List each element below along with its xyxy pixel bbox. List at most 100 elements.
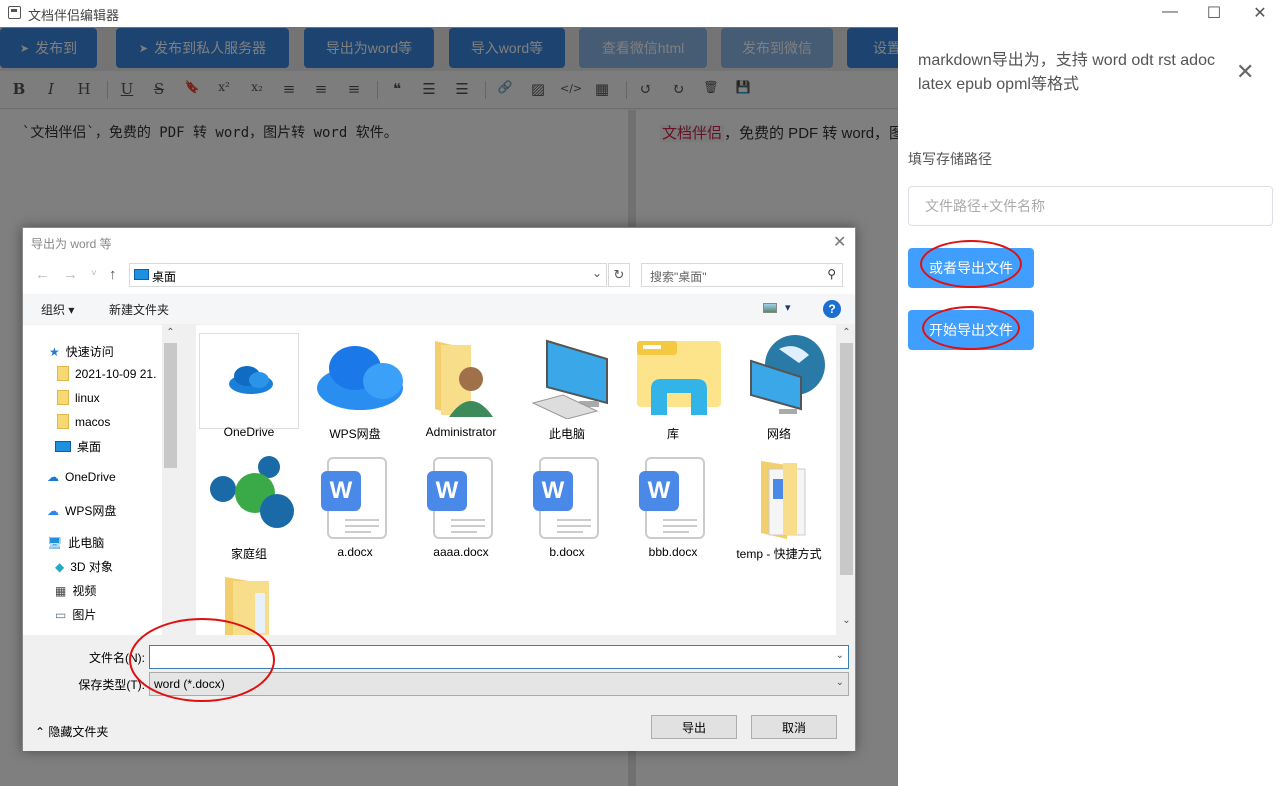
address-bar[interactable]: 桌面 ⌄ xyxy=(129,263,607,287)
file-item[interactable]: Administrator xyxy=(411,333,511,439)
docx-icon: W xyxy=(633,453,713,539)
folder-icon xyxy=(209,573,289,635)
nav-item-pictures[interactable]: ▭ 图片 xyxy=(55,606,96,623)
nav-pane-scrollbar[interactable]: ⌃ xyxy=(162,325,179,635)
refresh-button[interactable]: ↻ xyxy=(608,263,630,287)
file-item[interactable] xyxy=(199,333,299,429)
scroll-up-icon[interactable]: ⌃ xyxy=(162,327,179,338)
file-list-scrollbar[interactable]: ⌃ ⌄ xyxy=(838,325,855,635)
network-icon xyxy=(739,333,825,419)
onedrive-icon xyxy=(209,334,289,420)
nav-item-wps-cloud[interactable]: ☁ WPS网盘 xyxy=(47,502,116,519)
wps-cloud-icon xyxy=(315,333,403,419)
file-list: OneDrive WPS网盘 Administrator 此电脑 库 网络 家庭… xyxy=(196,325,836,635)
nav-item-linux[interactable]: linux xyxy=(57,390,100,405)
nav-item-desktop[interactable]: 桌面 xyxy=(55,438,101,455)
hide-folders-toggle[interactable]: ⌃ 隐藏文件夹 xyxy=(35,723,108,740)
filename-label: 文件名(N): xyxy=(89,651,145,665)
help-icon[interactable]: ? xyxy=(823,300,841,318)
view-icon[interactable] xyxy=(763,303,777,313)
homegroup-icon xyxy=(209,453,294,539)
file-item[interactable]: W a.docx xyxy=(305,453,405,559)
organize-button[interactable]: 组织 ▾ xyxy=(41,301,74,318)
file-item[interactable]: 此电脑 xyxy=(517,333,617,442)
dialog-footer: 文件名(N): ⌄ 保存类型(T): word (*.docx) ⌄ ⌃ 隐藏文件… xyxy=(23,635,855,751)
star-icon: ★ xyxy=(49,344,60,359)
nav-item-this-pc[interactable]: 🖥 此电脑 xyxy=(47,534,104,551)
view-dropdown-icon[interactable]: ▾ xyxy=(785,301,791,314)
nav-item-onedrive[interactable]: ☁ OneDrive xyxy=(47,470,116,484)
chevron-down-icon[interactable]: ⌄ xyxy=(836,677,844,688)
chevron-down-icon[interactable]: ⌄ xyxy=(592,266,602,280)
recent-locations-icon[interactable]: ˅ xyxy=(91,268,97,279)
nav-item-quick-access[interactable]: ★ 快速访问 xyxy=(49,343,114,360)
computer-icon: 🖥 xyxy=(47,535,63,550)
drawer-title: markdown导出为，支持 word odt rst adoc latex e… xyxy=(918,52,1215,93)
new-folder-button[interactable]: 新建文件夹 xyxy=(109,301,169,318)
search-input[interactable]: 搜索"桌面" ⚲ xyxy=(641,263,843,287)
file-item[interactable]: WPS网盘 xyxy=(305,333,405,442)
user-folder-icon xyxy=(421,333,501,419)
folder-icon xyxy=(57,366,69,381)
file-item[interactable] xyxy=(199,573,299,635)
file-item[interactable]: 网络 xyxy=(729,333,829,442)
folder-icon xyxy=(57,414,69,429)
window-close-button[interactable]: ✕ xyxy=(1245,3,1275,23)
file-item[interactable]: W bbb.docx xyxy=(623,453,723,559)
dialog-close-icon[interactable]: ✕ xyxy=(833,232,846,252)
nav-item-macos[interactable]: macos xyxy=(57,414,110,429)
export-save-button[interactable]: 导出 xyxy=(651,715,737,739)
nav-item-folder[interactable]: 2021-10-09 21. xyxy=(57,366,156,381)
navigation-pane: ★ 快速访问 2021-10-09 21. linux macos 桌面 ☁ One… xyxy=(23,325,178,635)
filename-input[interactable]: ⌄ xyxy=(149,645,849,669)
docx-icon: W xyxy=(527,453,607,539)
search-icon: ⚲ xyxy=(827,267,836,281)
export-drawer: markdown导出为，支持 word odt rst adoc latex e… xyxy=(898,27,1281,786)
docx-icon: W xyxy=(421,453,501,539)
filetype-label: 保存类型(T): xyxy=(78,678,145,692)
file-item[interactable]: W b.docx xyxy=(517,453,617,559)
dialog-titlebar: 导出为 word 等 ✕ xyxy=(23,228,855,258)
export-alt-button[interactable]: 或者导出文件 xyxy=(908,248,1034,288)
path-label: 填写存储路径 xyxy=(908,151,992,167)
file-item[interactable]: W aaaa.docx xyxy=(411,453,511,559)
path-input[interactable] xyxy=(908,186,1273,226)
window-title: 文档伴侣编辑器 xyxy=(28,8,120,23)
window-titlebar: 文档伴侣编辑器 — ☐ ✕ xyxy=(0,0,1281,27)
file-item[interactable]: temp - 快捷方式 xyxy=(729,453,829,562)
nav-item-videos[interactable]: ▦ 视频 xyxy=(55,582,96,599)
cloud-icon: ☁ xyxy=(47,470,59,484)
forward-arrow-icon[interactable]: → xyxy=(63,266,78,283)
maximize-button[interactable]: ☐ xyxy=(1199,3,1229,23)
save-file-dialog: 导出为 word 等 ✕ ← → ˅ ↑ 桌面 ⌄ ↻ 搜索"桌面" ⚲ 组织 … xyxy=(22,227,856,751)
computer-icon xyxy=(527,333,608,420)
nav-item-3d-objects[interactable]: ◆ 3D 对象 xyxy=(55,558,113,575)
docx-icon: W xyxy=(315,453,395,539)
command-bar: 组织 ▾ 新建文件夹 ▾ ? xyxy=(23,294,855,324)
file-item[interactable]: 库 xyxy=(623,333,723,442)
up-arrow-icon[interactable]: ↑ xyxy=(109,266,117,283)
back-arrow-icon[interactable]: ← xyxy=(35,266,50,283)
minimize-button[interactable]: — xyxy=(1155,3,1185,21)
chevron-down-icon[interactable]: ⌄ xyxy=(836,650,844,661)
scroll-down-icon[interactable]: ⌄ xyxy=(838,615,855,626)
library-icon xyxy=(633,333,721,419)
filetype-select[interactable]: word (*.docx) ⌄ xyxy=(149,672,849,696)
desktop-icon xyxy=(55,441,71,452)
scroll-up-icon[interactable]: ⌃ xyxy=(838,327,855,338)
file-item[interactable]: 家庭组 xyxy=(199,453,299,562)
folder-icon xyxy=(57,390,69,405)
cloud-icon: ☁ xyxy=(47,503,59,518)
folder-shortcut-icon xyxy=(739,453,819,539)
scroll-thumb[interactable] xyxy=(840,343,853,575)
cancel-button[interactable]: 取消 xyxy=(751,715,837,739)
dialog-title: 导出为 word 等 xyxy=(31,237,112,251)
file-label: OneDrive xyxy=(223,425,275,439)
start-export-button[interactable]: 开始导出文件 xyxy=(908,310,1034,350)
app-icon xyxy=(8,6,21,19)
desktop-icon xyxy=(134,269,149,280)
picture-icon: ▭ xyxy=(55,607,67,622)
close-icon[interactable]: ✕ xyxy=(1236,59,1254,85)
address-text: 桌面 xyxy=(152,270,177,284)
scroll-thumb[interactable] xyxy=(164,343,177,468)
